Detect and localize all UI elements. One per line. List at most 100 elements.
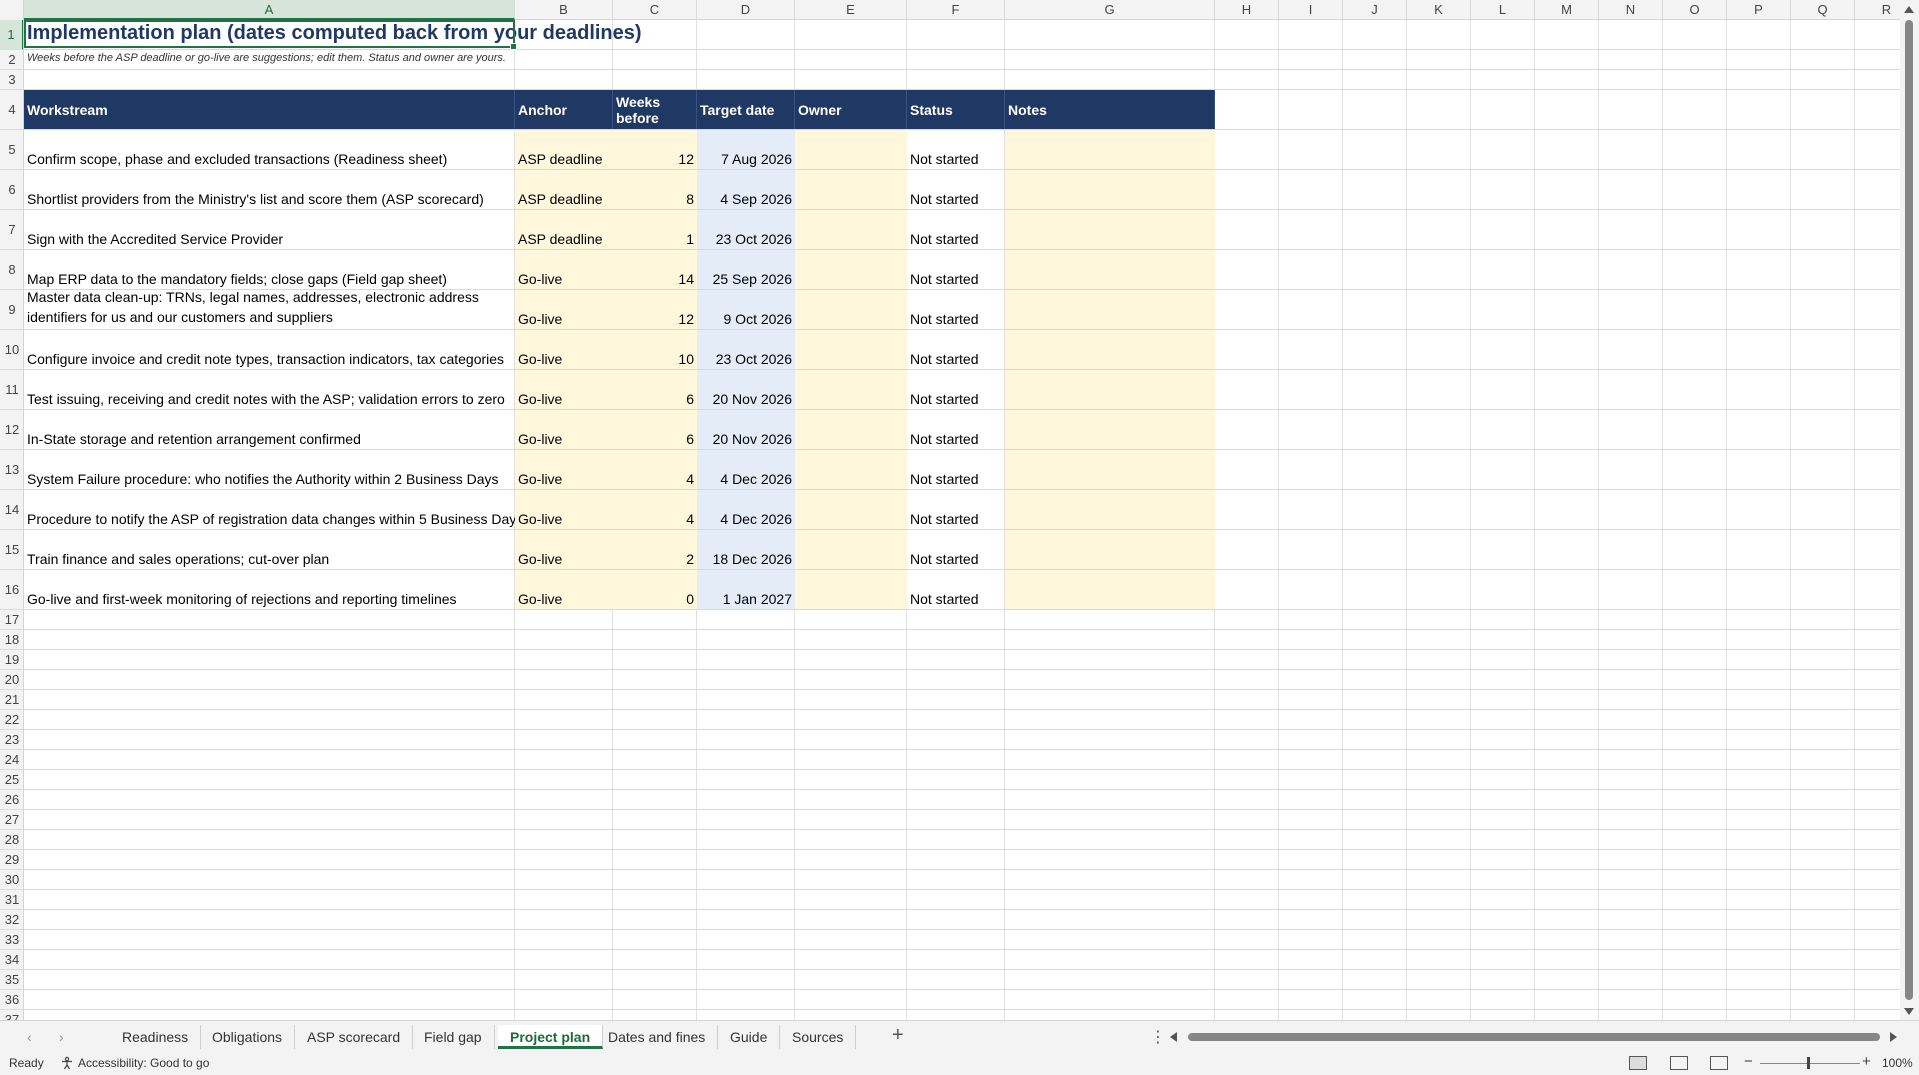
column-header-g[interactable]: G bbox=[1005, 0, 1215, 20]
row-header-19[interactable]: 19 bbox=[0, 650, 23, 670]
row-header-36[interactable]: 36 bbox=[0, 990, 23, 1010]
sheet-tab-obligations[interactable]: Obligations bbox=[200, 1025, 296, 1049]
column-header-j[interactable]: J bbox=[1343, 0, 1407, 20]
task-weeks-before[interactable]: 1 bbox=[613, 210, 697, 249]
accessibility-checker[interactable]: Accessibility: Good to go bbox=[60, 1056, 209, 1070]
scroll-left-icon[interactable] bbox=[1170, 1032, 1177, 1042]
tab-scroll-left-icon[interactable]: ‹ bbox=[27, 1029, 32, 1045]
task-owner[interactable] bbox=[795, 130, 907, 169]
task-status[interactable]: Not started bbox=[907, 250, 1005, 289]
task-anchor[interactable]: Go-live bbox=[515, 250, 613, 289]
task-weeks-before[interactable]: 14 bbox=[613, 250, 697, 289]
task-status[interactable]: Not started bbox=[907, 370, 1005, 409]
more-options-icon[interactable]: ⋮ bbox=[1150, 1027, 1166, 1047]
task-weeks-before[interactable]: 4 bbox=[613, 450, 697, 489]
task-notes[interactable] bbox=[1005, 450, 1215, 489]
task-workstream[interactable]: Configure invoice and credit note types,… bbox=[24, 330, 515, 369]
sheet-tab-asp-scorecard[interactable]: ASP scorecard bbox=[295, 1025, 414, 1049]
header-anchor[interactable]: Anchor bbox=[515, 90, 613, 129]
header-notes[interactable]: Notes bbox=[1005, 90, 1215, 129]
row-header-23[interactable]: 23 bbox=[0, 730, 23, 750]
normal-view-icon[interactable] bbox=[1629, 1056, 1647, 1070]
page-layout-view-icon[interactable] bbox=[1670, 1056, 1688, 1070]
row-header-6[interactable]: 6 bbox=[0, 170, 23, 210]
zoom-out-button[interactable]: − bbox=[1744, 1053, 1753, 1070]
task-status[interactable]: Not started bbox=[907, 170, 1005, 209]
header-owner[interactable]: Owner bbox=[795, 90, 907, 129]
column-header-l[interactable]: L bbox=[1471, 0, 1535, 20]
zoom-slider-knob[interactable] bbox=[1807, 1057, 1810, 1069]
sheet-tab-sources[interactable]: Sources bbox=[780, 1025, 857, 1049]
row-header-11[interactable]: 11 bbox=[0, 370, 23, 410]
row-header-34[interactable]: 34 bbox=[0, 950, 23, 970]
task-weeks-before[interactable]: 8 bbox=[613, 170, 697, 209]
header-workstream[interactable]: Workstream bbox=[24, 90, 515, 129]
row-header-15[interactable]: 15 bbox=[0, 530, 23, 570]
sheet-subtitle[interactable]: Weeks before the ASP deadline or go-live… bbox=[27, 52, 506, 64]
task-owner[interactable] bbox=[795, 530, 907, 569]
task-anchor[interactable]: Go-live bbox=[515, 330, 613, 369]
task-weeks-before[interactable]: 2 bbox=[613, 530, 697, 569]
task-owner[interactable] bbox=[795, 490, 907, 529]
task-notes[interactable] bbox=[1005, 290, 1215, 329]
task-owner[interactable] bbox=[795, 170, 907, 209]
task-target-date[interactable]: 23 Oct 2026 bbox=[697, 330, 795, 369]
row-header-29[interactable]: 29 bbox=[0, 850, 23, 870]
task-status[interactable]: Not started bbox=[907, 490, 1005, 529]
row-header-37[interactable]: 37 bbox=[0, 1010, 23, 1020]
row-header-9[interactable]: 9 bbox=[0, 290, 23, 330]
row-header-1[interactable]: 1 bbox=[0, 20, 23, 50]
column-header-o[interactable]: O bbox=[1663, 0, 1727, 20]
row-header-25[interactable]: 25 bbox=[0, 770, 23, 790]
task-anchor[interactable]: Go-live bbox=[515, 490, 613, 529]
task-owner[interactable] bbox=[795, 330, 907, 369]
header-target-date[interactable]: Target date bbox=[697, 90, 795, 129]
task-workstream[interactable]: Go-live and first-week monitoring of rej… bbox=[24, 570, 515, 609]
horizontal-scrollbar[interactable] bbox=[1170, 1029, 1900, 1045]
task-workstream[interactable]: Shortlist providers from the Ministry's … bbox=[24, 170, 515, 209]
task-workstream[interactable]: System Failure procedure: who notifies t… bbox=[24, 450, 515, 489]
column-header-i[interactable]: I bbox=[1279, 0, 1343, 20]
task-anchor[interactable]: Go-live bbox=[515, 370, 613, 409]
row-header-27[interactable]: 27 bbox=[0, 810, 23, 830]
task-notes[interactable] bbox=[1005, 170, 1215, 209]
task-notes[interactable] bbox=[1005, 330, 1215, 369]
task-anchor[interactable]: Go-live bbox=[515, 410, 613, 449]
row-header-30[interactable]: 30 bbox=[0, 870, 23, 890]
task-anchor[interactable]: Go-live bbox=[515, 570, 613, 609]
column-header-b[interactable]: B bbox=[515, 0, 613, 20]
row-header-10[interactable]: 10 bbox=[0, 330, 23, 370]
row-header-28[interactable]: 28 bbox=[0, 830, 23, 850]
row-header-16[interactable]: 16 bbox=[0, 570, 23, 610]
task-status[interactable]: Not started bbox=[907, 210, 1005, 249]
column-header-e[interactable]: E bbox=[795, 0, 907, 20]
task-owner[interactable] bbox=[795, 250, 907, 289]
row-header-21[interactable]: 21 bbox=[0, 690, 23, 710]
row-header-22[interactable]: 22 bbox=[0, 710, 23, 730]
task-target-date[interactable]: 23 Oct 2026 bbox=[697, 210, 795, 249]
column-header-d[interactable]: D bbox=[697, 0, 795, 20]
row-header-7[interactable]: 7 bbox=[0, 210, 23, 250]
task-target-date[interactable]: 25 Sep 2026 bbox=[697, 250, 795, 289]
task-notes[interactable] bbox=[1005, 570, 1215, 609]
row-header-17[interactable]: 17 bbox=[0, 610, 23, 630]
task-owner[interactable] bbox=[795, 290, 907, 329]
sheet-tab-guide[interactable]: Guide bbox=[718, 1025, 781, 1049]
task-target-date[interactable]: 7 Aug 2026 bbox=[697, 130, 795, 169]
vertical-scrollbar[interactable] bbox=[1900, 0, 1919, 1020]
task-target-date[interactable]: 4 Dec 2026 bbox=[697, 450, 795, 489]
column-header-m[interactable]: M bbox=[1535, 0, 1599, 20]
row-header-20[interactable]: 20 bbox=[0, 670, 23, 690]
task-workstream[interactable]: In-State storage and retention arrangeme… bbox=[24, 410, 515, 449]
task-anchor[interactable]: ASP deadline bbox=[515, 130, 613, 169]
task-status[interactable]: Not started bbox=[907, 450, 1005, 489]
task-anchor[interactable]: Go-live bbox=[515, 290, 613, 329]
sheet-title[interactable]: Implementation plan (dates computed back… bbox=[27, 22, 642, 45]
sheet-tab-dates-and-fines[interactable]: Dates and fines bbox=[596, 1025, 719, 1049]
task-notes[interactable] bbox=[1005, 410, 1215, 449]
task-target-date[interactable]: 20 Nov 2026 bbox=[697, 370, 795, 409]
task-status[interactable]: Not started bbox=[907, 570, 1005, 609]
task-weeks-before[interactable]: 6 bbox=[613, 370, 697, 409]
column-header-q[interactable]: Q bbox=[1791, 0, 1855, 20]
row-header-3[interactable]: 3 bbox=[0, 70, 23, 90]
